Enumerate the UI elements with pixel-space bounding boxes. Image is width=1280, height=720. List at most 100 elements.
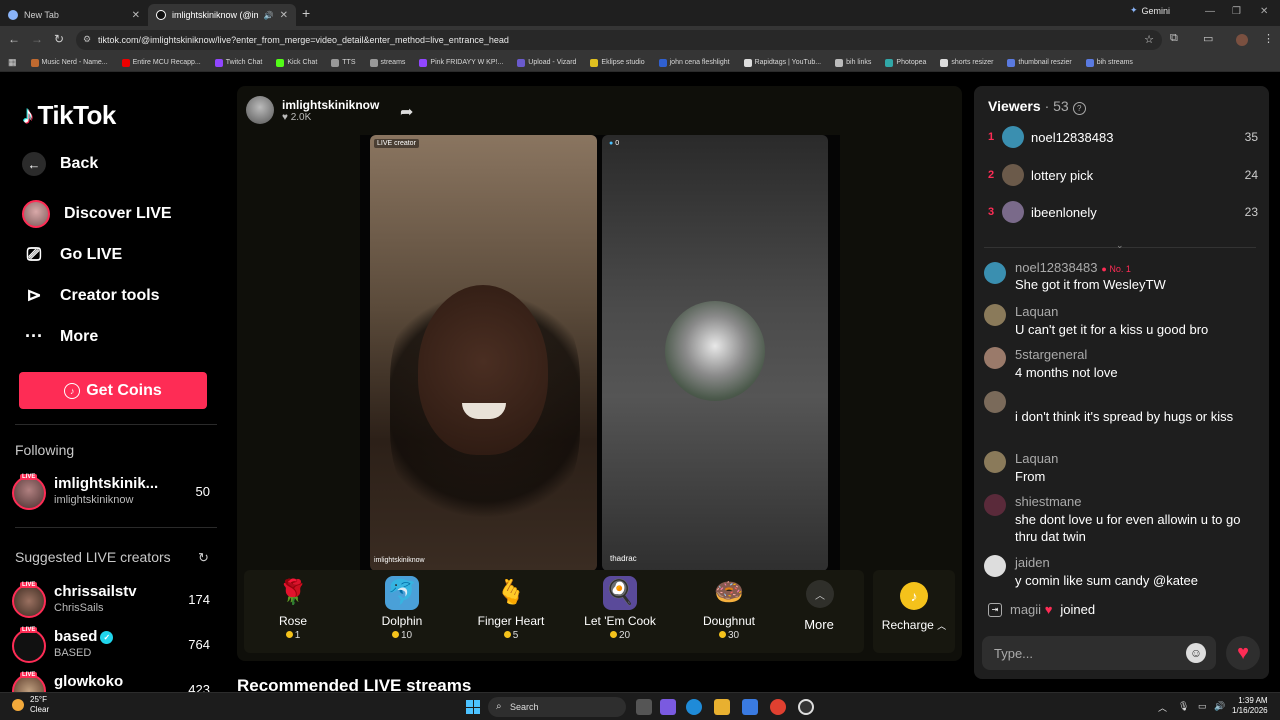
bookmark[interactable]: john cena fleshlight bbox=[658, 58, 730, 67]
clock[interactable]: 1:39 AM 1/16/2026 bbox=[1232, 696, 1268, 716]
bookmark[interactable]: Rapidtags | YouTub... bbox=[743, 58, 821, 67]
viewer-name: noel12838483 bbox=[1031, 130, 1114, 145]
bookmark[interactable]: Twitch Chat bbox=[214, 58, 262, 67]
gift-rose[interactable]: 🌹 Rose 1 bbox=[248, 576, 338, 641]
date: 1/16/2026 bbox=[1232, 706, 1268, 715]
bookmark[interactable]: Photopea bbox=[885, 58, 926, 67]
close-window-icon[interactable]: ✕ bbox=[1260, 6, 1268, 17]
reload-icon[interactable]: ↻ bbox=[54, 32, 64, 46]
apps-grid-icon[interactable]: ▦ bbox=[8, 57, 17, 68]
nav-more[interactable]: ··· More bbox=[22, 326, 98, 347]
bookmark[interactable]: bih links bbox=[835, 58, 871, 67]
rank-badge: ● No. 1 bbox=[1101, 264, 1131, 274]
bookmark[interactable]: Upload - Vizard bbox=[517, 58, 576, 67]
gift-finger-heart[interactable]: 🫰 Finger Heart 5 bbox=[466, 576, 556, 641]
maximize-icon[interactable]: ❐ bbox=[1232, 6, 1241, 17]
obs-icon[interactable] bbox=[798, 699, 814, 715]
bookmark[interactable]: bih streams bbox=[1085, 58, 1133, 67]
nav-discover-live[interactable]: Discover LIVE bbox=[22, 200, 172, 228]
chrome-icon[interactable] bbox=[770, 699, 786, 715]
avatar bbox=[1002, 164, 1024, 186]
host-info[interactable]: imlightskiniknow ♥ 2.0K bbox=[246, 96, 379, 124]
join-notice: ⇥ magii ♥ joined bbox=[988, 602, 1095, 617]
live-badge: LIVE bbox=[20, 582, 38, 588]
bookmark[interactable]: thumbnail reszier bbox=[1007, 58, 1072, 67]
more-gifts-button[interactable]: ︿ More bbox=[804, 580, 834, 632]
bookmark[interactable]: Eklipse studio bbox=[590, 58, 645, 67]
menu-icon[interactable]: ⋮ bbox=[1263, 32, 1274, 45]
account-name: imlightskinik... bbox=[54, 475, 159, 492]
gift-let-em-cook[interactable]: 🍳 Let 'Em Cook 20 bbox=[575, 576, 665, 641]
chat-user: Laquan bbox=[1015, 451, 1059, 466]
volume-icon[interactable]: 🔊 bbox=[1214, 701, 1225, 712]
viewer-score: 35 bbox=[1244, 130, 1258, 144]
share-icon[interactable]: ➦ bbox=[400, 102, 413, 122]
taskbar-search[interactable]: ⌕ Search bbox=[488, 697, 626, 717]
back-button[interactable]: ← Back bbox=[22, 152, 98, 176]
edge-icon[interactable] bbox=[686, 699, 702, 715]
windows-start-icon[interactable] bbox=[466, 700, 480, 714]
gift-doughnut[interactable]: 🍩 Doughnut 30 bbox=[684, 576, 774, 641]
profile-avatar[interactable] bbox=[1236, 34, 1248, 46]
microphone-icon[interactable]: 🎙 bbox=[1178, 701, 1189, 712]
bookmark[interactable]: Kick Chat bbox=[276, 58, 317, 67]
bookmark[interactable]: shorts resizer bbox=[940, 58, 993, 67]
host-avatar[interactable] bbox=[246, 96, 274, 124]
gift-price-value: 1 bbox=[294, 630, 301, 641]
gemini-button[interactable]: ✦ Gemini bbox=[1130, 5, 1170, 16]
suggested-account[interactable]: LIVE glowkoko 423 bbox=[12, 670, 212, 692]
avatar bbox=[984, 304, 1006, 326]
close-tab-icon[interactable]: ✕ bbox=[132, 10, 140, 21]
following-account[interactable]: LIVE imlightskinik... imlightskiniknow 5… bbox=[12, 472, 212, 512]
help-icon[interactable]: ? bbox=[1072, 102, 1086, 115]
sidebar-icon[interactable]: ▭ bbox=[1203, 32, 1213, 45]
tiktok-logo[interactable]: ♪ TikTok bbox=[22, 100, 116, 131]
close-tab-icon[interactable]: ✕ bbox=[280, 10, 288, 21]
chevron-down-icon[interactable]: ⌄ bbox=[1116, 240, 1124, 251]
minimize-icon[interactable]: — bbox=[1205, 6, 1215, 17]
tab-tiktok-live[interactable]: imlightskiniknow (@imlight 🔊 ✕ bbox=[148, 4, 296, 26]
chat-input[interactable]: Type... ☺ bbox=[982, 636, 1216, 670]
chat-user: shiestmane bbox=[1015, 494, 1082, 509]
bookmark[interactable]: TTS bbox=[331, 58, 356, 67]
top-viewer[interactable]: 2 lottery pick 24 bbox=[988, 164, 1258, 188]
recharge-button[interactable]: ♪ Recharge ︿ bbox=[873, 570, 955, 653]
bookmark[interactable]: Music Nerd - Name... bbox=[30, 58, 108, 67]
site-info-icon[interactable]: ⚙ bbox=[83, 34, 91, 45]
forward-arrow-icon[interactable]: → bbox=[31, 32, 43, 46]
suggested-account[interactable]: LIVE chrissailstv ChrisSails 174 bbox=[12, 580, 212, 620]
top-viewer[interactable]: 1 noel12838483 35 bbox=[988, 126, 1258, 150]
nav-go-live[interactable]: ⎚ Go LIVE bbox=[22, 244, 122, 265]
url-text: tiktok.com/@imlightskiniknow/live?enter_… bbox=[98, 35, 509, 45]
bookmark-star-icon[interactable]: ☆ bbox=[1144, 33, 1154, 46]
task-view-icon[interactable] bbox=[636, 699, 652, 715]
bookmark[interactable]: streams bbox=[369, 58, 405, 67]
chat-placeholder: Type... bbox=[994, 645, 1034, 661]
top-viewer[interactable]: 3 ibeenlonely 23 bbox=[988, 201, 1258, 225]
creator-video[interactable] bbox=[370, 135, 597, 571]
file-explorer-icon[interactable] bbox=[714, 699, 730, 715]
audio-icon[interactable]: 🔊 bbox=[264, 11, 274, 20]
copilot-icon[interactable] bbox=[660, 699, 676, 715]
refresh-icon[interactable]: ↻ bbox=[198, 550, 209, 566]
tray-chevron-icon[interactable]: ︿ bbox=[1158, 701, 1167, 714]
let-em-cook-icon: 🍳 bbox=[603, 576, 637, 610]
live-creator-badge: LIVE creator bbox=[374, 139, 419, 148]
store-icon[interactable] bbox=[742, 699, 758, 715]
network-icon[interactable]: ▭ bbox=[1198, 701, 1207, 712]
gift-dolphin[interactable]: 🐬 Dolphin 10 bbox=[357, 576, 447, 641]
weather-widget[interactable]: 25°F Clear bbox=[30, 695, 49, 715]
back-arrow-icon[interactable]: ← bbox=[8, 32, 20, 46]
bookmark[interactable]: Entire MCU Recapp... bbox=[121, 58, 201, 67]
new-tab-button[interactable]: + bbox=[302, 5, 310, 21]
get-coins-button[interactable]: ♪ Get Coins bbox=[19, 372, 207, 409]
emoji-icon[interactable]: ☺ bbox=[1186, 643, 1206, 663]
suggested-account[interactable]: LIVE based ✓ BASED 764 bbox=[12, 625, 212, 665]
guest-video[interactable] bbox=[602, 135, 828, 571]
like-heart-button[interactable]: ♥ bbox=[1226, 636, 1260, 670]
bookmark[interactable]: Pink FRIDAYY W KP!... bbox=[419, 58, 503, 67]
extensions-icon[interactable]: ⧉ bbox=[1170, 32, 1178, 45]
nav-creator-tools[interactable]: ⊳ Creator tools bbox=[22, 285, 159, 306]
tab-new-tab[interactable]: New Tab ✕ bbox=[0, 4, 148, 26]
address-bar[interactable]: ⚙ tiktok.com/@imlightskiniknow/live?ente… bbox=[76, 30, 1162, 50]
